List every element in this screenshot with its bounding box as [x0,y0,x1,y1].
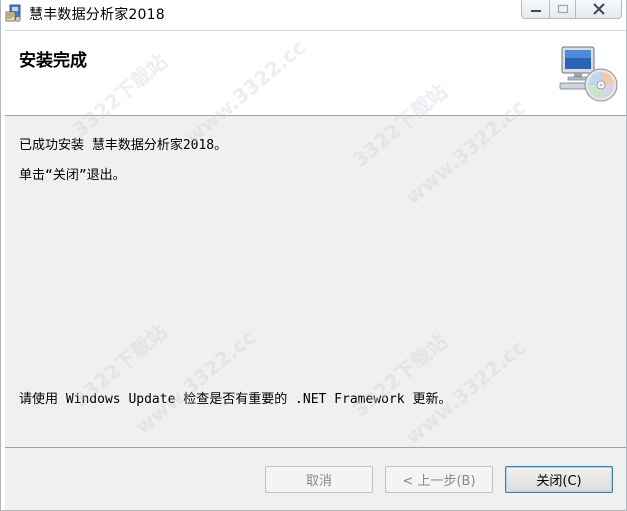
title-bar[interactable]: 慧丰数据分析家2018 [1,0,626,26]
close-icon [592,3,606,15]
update-notice: 请使用 Windows Update 检查是否有重要的 .NET Framewo… [19,392,452,407]
success-message: 已成功安装 慧丰数据分析家2018。 [19,138,228,153]
back-button: < 上一步(B) [385,466,493,493]
window-title: 慧丰数据分析家2018 [29,7,165,23]
button-bar: 取消 < 上一步(B) 关闭(C) [5,447,626,510]
maximize-button [550,0,576,19]
header-banner: 安装完成 [5,30,626,116]
close-window-button[interactable] [576,0,622,19]
minimize-button[interactable] [521,0,550,19]
installer-window: 慧丰数据分析家2018 安装完成 已成功安装 慧丰数据分析家2018。 单击“关… [0,0,627,511]
installer-icon[interactable] [4,3,24,23]
content-area: 已成功安装 慧丰数据分析家2018。 单击“关闭”退出。 请使用 Windows… [5,116,626,447]
close-instruction: 单击“关闭”退出。 [19,168,126,183]
minimize-icon [530,4,542,14]
cancel-button: 取消 [265,466,373,493]
maximize-icon [557,4,569,14]
computer-cd-icon [558,45,620,103]
caption-buttons [521,0,622,20]
close-button[interactable]: 关闭(C) [505,466,613,493]
page-title: 安装完成 [19,51,87,71]
